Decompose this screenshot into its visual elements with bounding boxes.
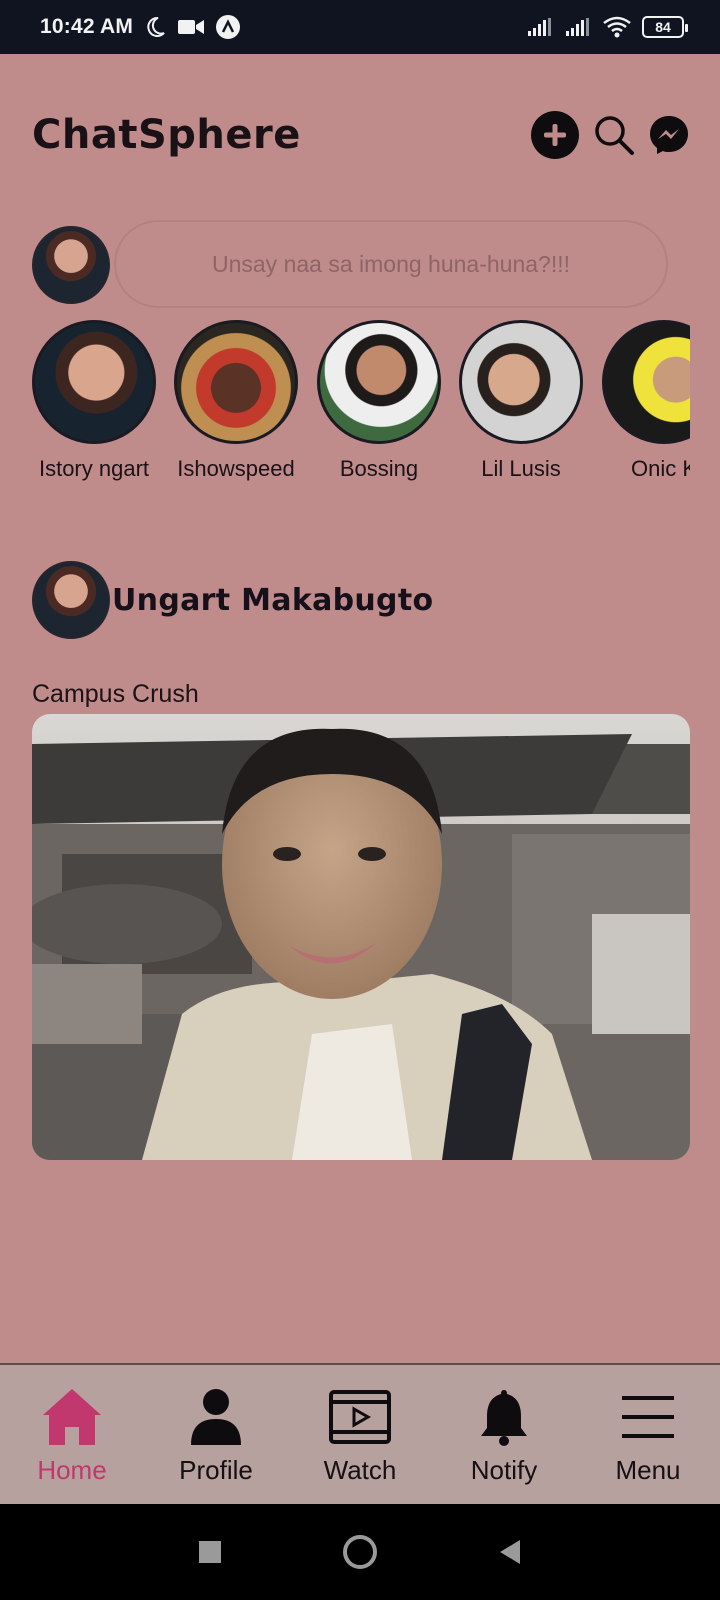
story-avatar[interactable] [602,320,690,444]
bell-icon[interactable] [444,1385,564,1449]
app-title: ChatSphere [32,112,301,158]
story-avatar[interactable] [317,320,441,444]
story-item[interactable]: Onic K [593,320,690,482]
profile-icon[interactable] [156,1385,276,1449]
story-item[interactable]: Lil Lusis [450,320,592,482]
post-image[interactable] [32,714,690,1160]
story-avatar[interactable] [459,320,583,444]
bottom-nav: Home Profile Watch Notify Menu [0,1363,720,1504]
post-composer: Unsay naa sa imong huna-huna?!!! [32,220,680,308]
story-item[interactable]: Istory ngart [32,320,165,482]
search-icon[interactable] [592,113,636,157]
story-label: Ishowspeed [177,456,295,481]
system-nav-bar [0,1504,720,1600]
status-bar: 10:42 AM 84 [0,0,720,54]
home-icon[interactable] [12,1385,132,1449]
nav-label-profile: Profile [179,1455,253,1485]
post-author: Ungart Makabugto [32,560,433,640]
post-caption: Campus Crush [32,680,199,708]
avatar[interactable] [32,226,110,304]
status-left: 10:42 AM [40,14,241,40]
story-label: Istory ngart [38,456,150,481]
signal-icon [564,17,592,37]
header-actions [530,110,690,160]
story-label: Lil Lusis [481,456,561,481]
nav-label-menu: Menu [615,1455,681,1485]
post-photo [32,714,690,1160]
battery-level: 84 [655,19,671,35]
story-item[interactable]: Ishowspeed [165,320,307,482]
status-right: 84 [526,16,688,38]
nav-label-notify: Notify [470,1455,538,1485]
story-label: Onic K [630,456,690,481]
watch-icon[interactable] [300,1385,420,1449]
avatar[interactable] [32,561,110,639]
nav-item-home[interactable]: Home [12,1385,132,1486]
app-notification-icon [215,14,241,40]
story-avatar[interactable] [32,320,156,444]
author-name[interactable]: Ungart Makabugto [112,583,433,618]
video-camera-icon [177,17,205,37]
signal-icon [526,17,554,37]
story-label: Bossing [339,456,419,481]
add-icon[interactable] [530,110,580,160]
menu-icon[interactable] [588,1385,708,1449]
messenger-icon[interactable] [648,114,690,156]
nav-label-watch: Watch [323,1455,397,1485]
app-header: ChatSphere [32,105,690,165]
status-time: 10:42 AM [40,15,134,38]
story-item[interactable]: Bossing [308,320,450,482]
recent-apps-icon[interactable] [186,1528,234,1576]
nav-item-notify[interactable]: Notify [444,1385,564,1486]
battery-icon: 84 [642,16,688,38]
back-icon[interactable] [486,1528,534,1576]
story-avatar[interactable] [174,320,298,444]
wifi-icon [602,16,632,38]
nav-item-profile[interactable]: Profile [156,1385,276,1486]
nav-item-watch[interactable]: Watch [300,1385,420,1486]
composer-input[interactable]: Unsay naa sa imong huna-huna?!!! [114,220,668,308]
home-button-icon[interactable] [336,1528,384,1576]
stories-row: Istory ngart Ishowspeed Bossing Lil Lusi… [32,320,690,495]
moon-icon [143,15,167,39]
nav-label-home: Home [37,1455,107,1485]
nav-item-menu[interactable]: Menu [588,1385,708,1486]
